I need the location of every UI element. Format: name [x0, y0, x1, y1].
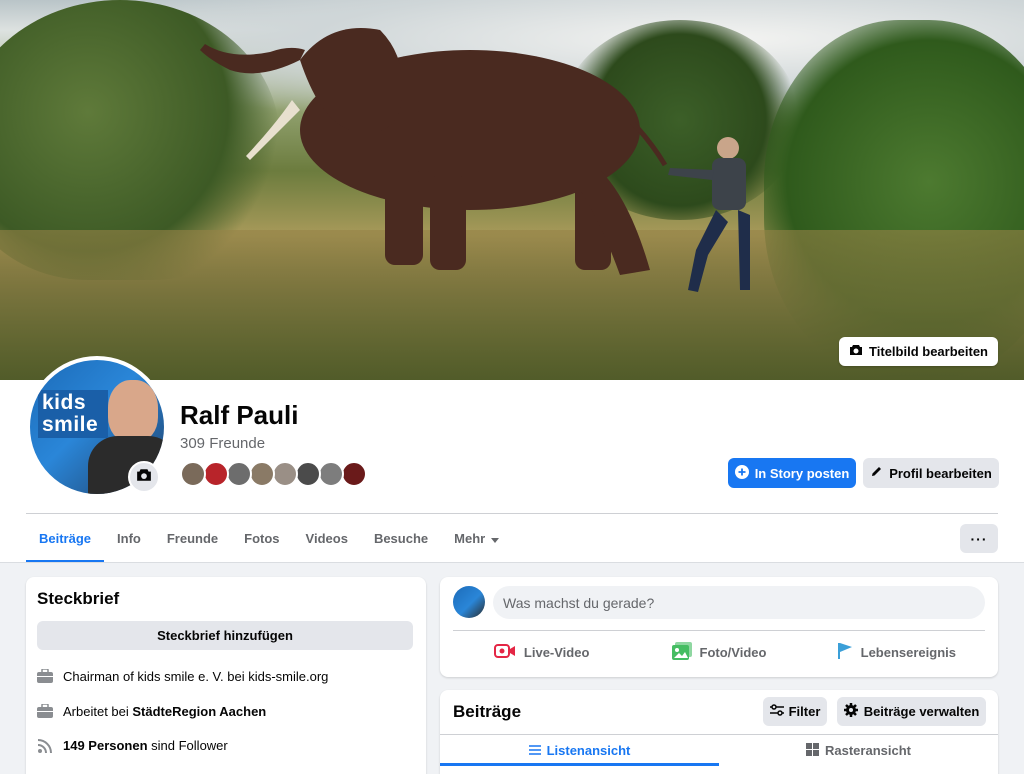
photo-icon	[671, 641, 692, 663]
posts-card: Beiträge Filter Beiträge verwalten Liste…	[440, 690, 998, 774]
live-video-icon	[493, 643, 516, 662]
friend-avatar[interactable]	[249, 461, 275, 487]
friend-avatar[interactable]	[318, 461, 344, 487]
friend-avatar[interactable]	[272, 461, 298, 487]
life-event-label: Lebensereignis	[860, 644, 956, 660]
edit-cover-label: Titelbild bearbeiten	[869, 344, 988, 359]
friends-count[interactable]: 309 Freunde	[180, 435, 265, 452]
intro-row-chairman: Chairman of kids smile e. V. bei kids-sm…	[37, 668, 328, 684]
profile-tabs: Beiträge Info Freunde Fotos Videos Besuc…	[26, 514, 512, 563]
friend-avatar-list	[180, 461, 367, 487]
friend-avatar[interactable]	[203, 461, 229, 487]
tab-info-label: Info	[117, 531, 141, 546]
grid-icon	[806, 742, 819, 759]
header-bottom-border	[0, 562, 1024, 563]
friend-avatar[interactable]	[341, 461, 367, 487]
tab-more[interactable]: Mehr	[441, 514, 512, 563]
grid-view-tab[interactable]: Rasteransicht	[719, 735, 998, 766]
flag-icon	[837, 642, 853, 663]
elephant-sculpture	[200, 28, 750, 292]
pencil-icon	[870, 465, 883, 481]
life-event-button[interactable]: Lebensereignis	[808, 635, 985, 669]
live-video-label: Live-Video	[523, 644, 590, 660]
briefcase-icon	[37, 668, 53, 684]
intro-row-work: Arbeitet bei StädteRegion Aachen	[37, 703, 266, 719]
avatar-face	[108, 380, 158, 442]
work-prefix: Arbeitet bei	[63, 703, 133, 719]
tab-posts[interactable]: Beiträge	[26, 514, 105, 563]
camera-icon	[849, 344, 863, 359]
work-employer[interactable]: StädteRegion Aachen	[132, 704, 266, 719]
avatar-logo-text: kids smile	[38, 390, 108, 438]
add-to-story-button[interactable]: In Story posten	[728, 458, 856, 488]
briefcase-icon	[37, 703, 53, 719]
profile-more-button[interactable]: ···	[960, 524, 998, 553]
photo-video-label: Foto/Video	[699, 644, 767, 660]
edit-profile-label: Profil bearbeiten	[889, 465, 992, 481]
followers-suffix: sind Follower	[147, 737, 228, 753]
tab-posts-label: Beiträge	[39, 531, 92, 546]
tab-photos-label: Fotos	[244, 531, 280, 546]
edit-cover-button[interactable]: Titelbild bearbeiten	[839, 337, 998, 366]
intro-row-work-text: Arbeitet bei StädteRegion Aachen	[63, 704, 266, 719]
grid-view-label: Rasteransicht	[825, 743, 911, 758]
add-to-story-label: In Story posten	[754, 465, 850, 481]
filter-sliders-icon	[769, 704, 784, 719]
live-video-button[interactable]: Live-Video	[453, 635, 630, 669]
profile-name: Ralf Pauli	[180, 400, 299, 430]
composer-avatar	[453, 586, 485, 618]
tab-friends[interactable]: Freunde	[154, 514, 231, 563]
rss-icon	[37, 737, 53, 753]
tab-checkins[interactable]: Besuche	[361, 514, 441, 563]
tab-more-label: Mehr	[454, 531, 486, 546]
tab-photos[interactable]: Fotos	[231, 514, 292, 563]
posts-title: Beiträge	[453, 702, 522, 721]
intro-card: Steckbrief Steckbrief hinzufügen Chairma…	[26, 577, 426, 774]
status-input[interactable]: Was machst du gerade?	[493, 586, 985, 619]
composer-divider	[453, 630, 985, 631]
list-icon	[528, 743, 541, 758]
avatar-camera-button[interactable]	[128, 461, 160, 493]
intro-row-followers: 149 Personen sind Follower	[37, 737, 228, 753]
post-composer: Was machst du gerade? Live-Video Foto/Vi…	[440, 577, 998, 677]
intro-row-followers-text: 149 Personen sind Follower	[63, 738, 228, 753]
manage-posts-button[interactable]: Beiträge verwalten	[837, 697, 986, 726]
plus-circle-icon	[734, 464, 749, 482]
filter-button[interactable]: Filter	[763, 697, 827, 726]
tab-info[interactable]: Info	[104, 514, 154, 563]
gear-icon	[843, 703, 858, 720]
list-view-label: Listenansicht	[546, 743, 631, 758]
caret-down-icon	[491, 531, 500, 546]
friend-avatar[interactable]	[226, 461, 252, 487]
manage-posts-label: Beiträge verwalten	[863, 704, 980, 719]
intro-title: Steckbrief	[37, 589, 120, 608]
friend-avatar[interactable]	[295, 461, 321, 487]
tab-checkins-label: Besuche	[373, 531, 429, 546]
tab-videos[interactable]: Videos	[293, 514, 361, 563]
list-view-tab[interactable]: Listenansicht	[440, 735, 719, 766]
followers-count[interactable]: 149 Personen	[63, 738, 148, 753]
filter-label: Filter	[788, 704, 821, 719]
intro-row-text: Chairman of kids smile e. V. bei kids-sm…	[63, 668, 329, 684]
friend-avatar[interactable]	[180, 461, 206, 487]
tab-friends-label: Freunde	[166, 531, 219, 546]
cover-photo[interactable]: Titelbild bearbeiten	[0, 0, 1024, 380]
edit-profile-button[interactable]: Profil bearbeiten	[863, 458, 999, 488]
photo-video-button[interactable]: Foto/Video	[630, 635, 807, 669]
camera-icon	[136, 468, 152, 487]
composer-actions: Live-Video Foto/Video Lebensereignis	[453, 635, 985, 669]
tab-videos-label: Videos	[305, 531, 348, 546]
add-intro-button[interactable]: Steckbrief hinzufügen	[37, 621, 413, 650]
